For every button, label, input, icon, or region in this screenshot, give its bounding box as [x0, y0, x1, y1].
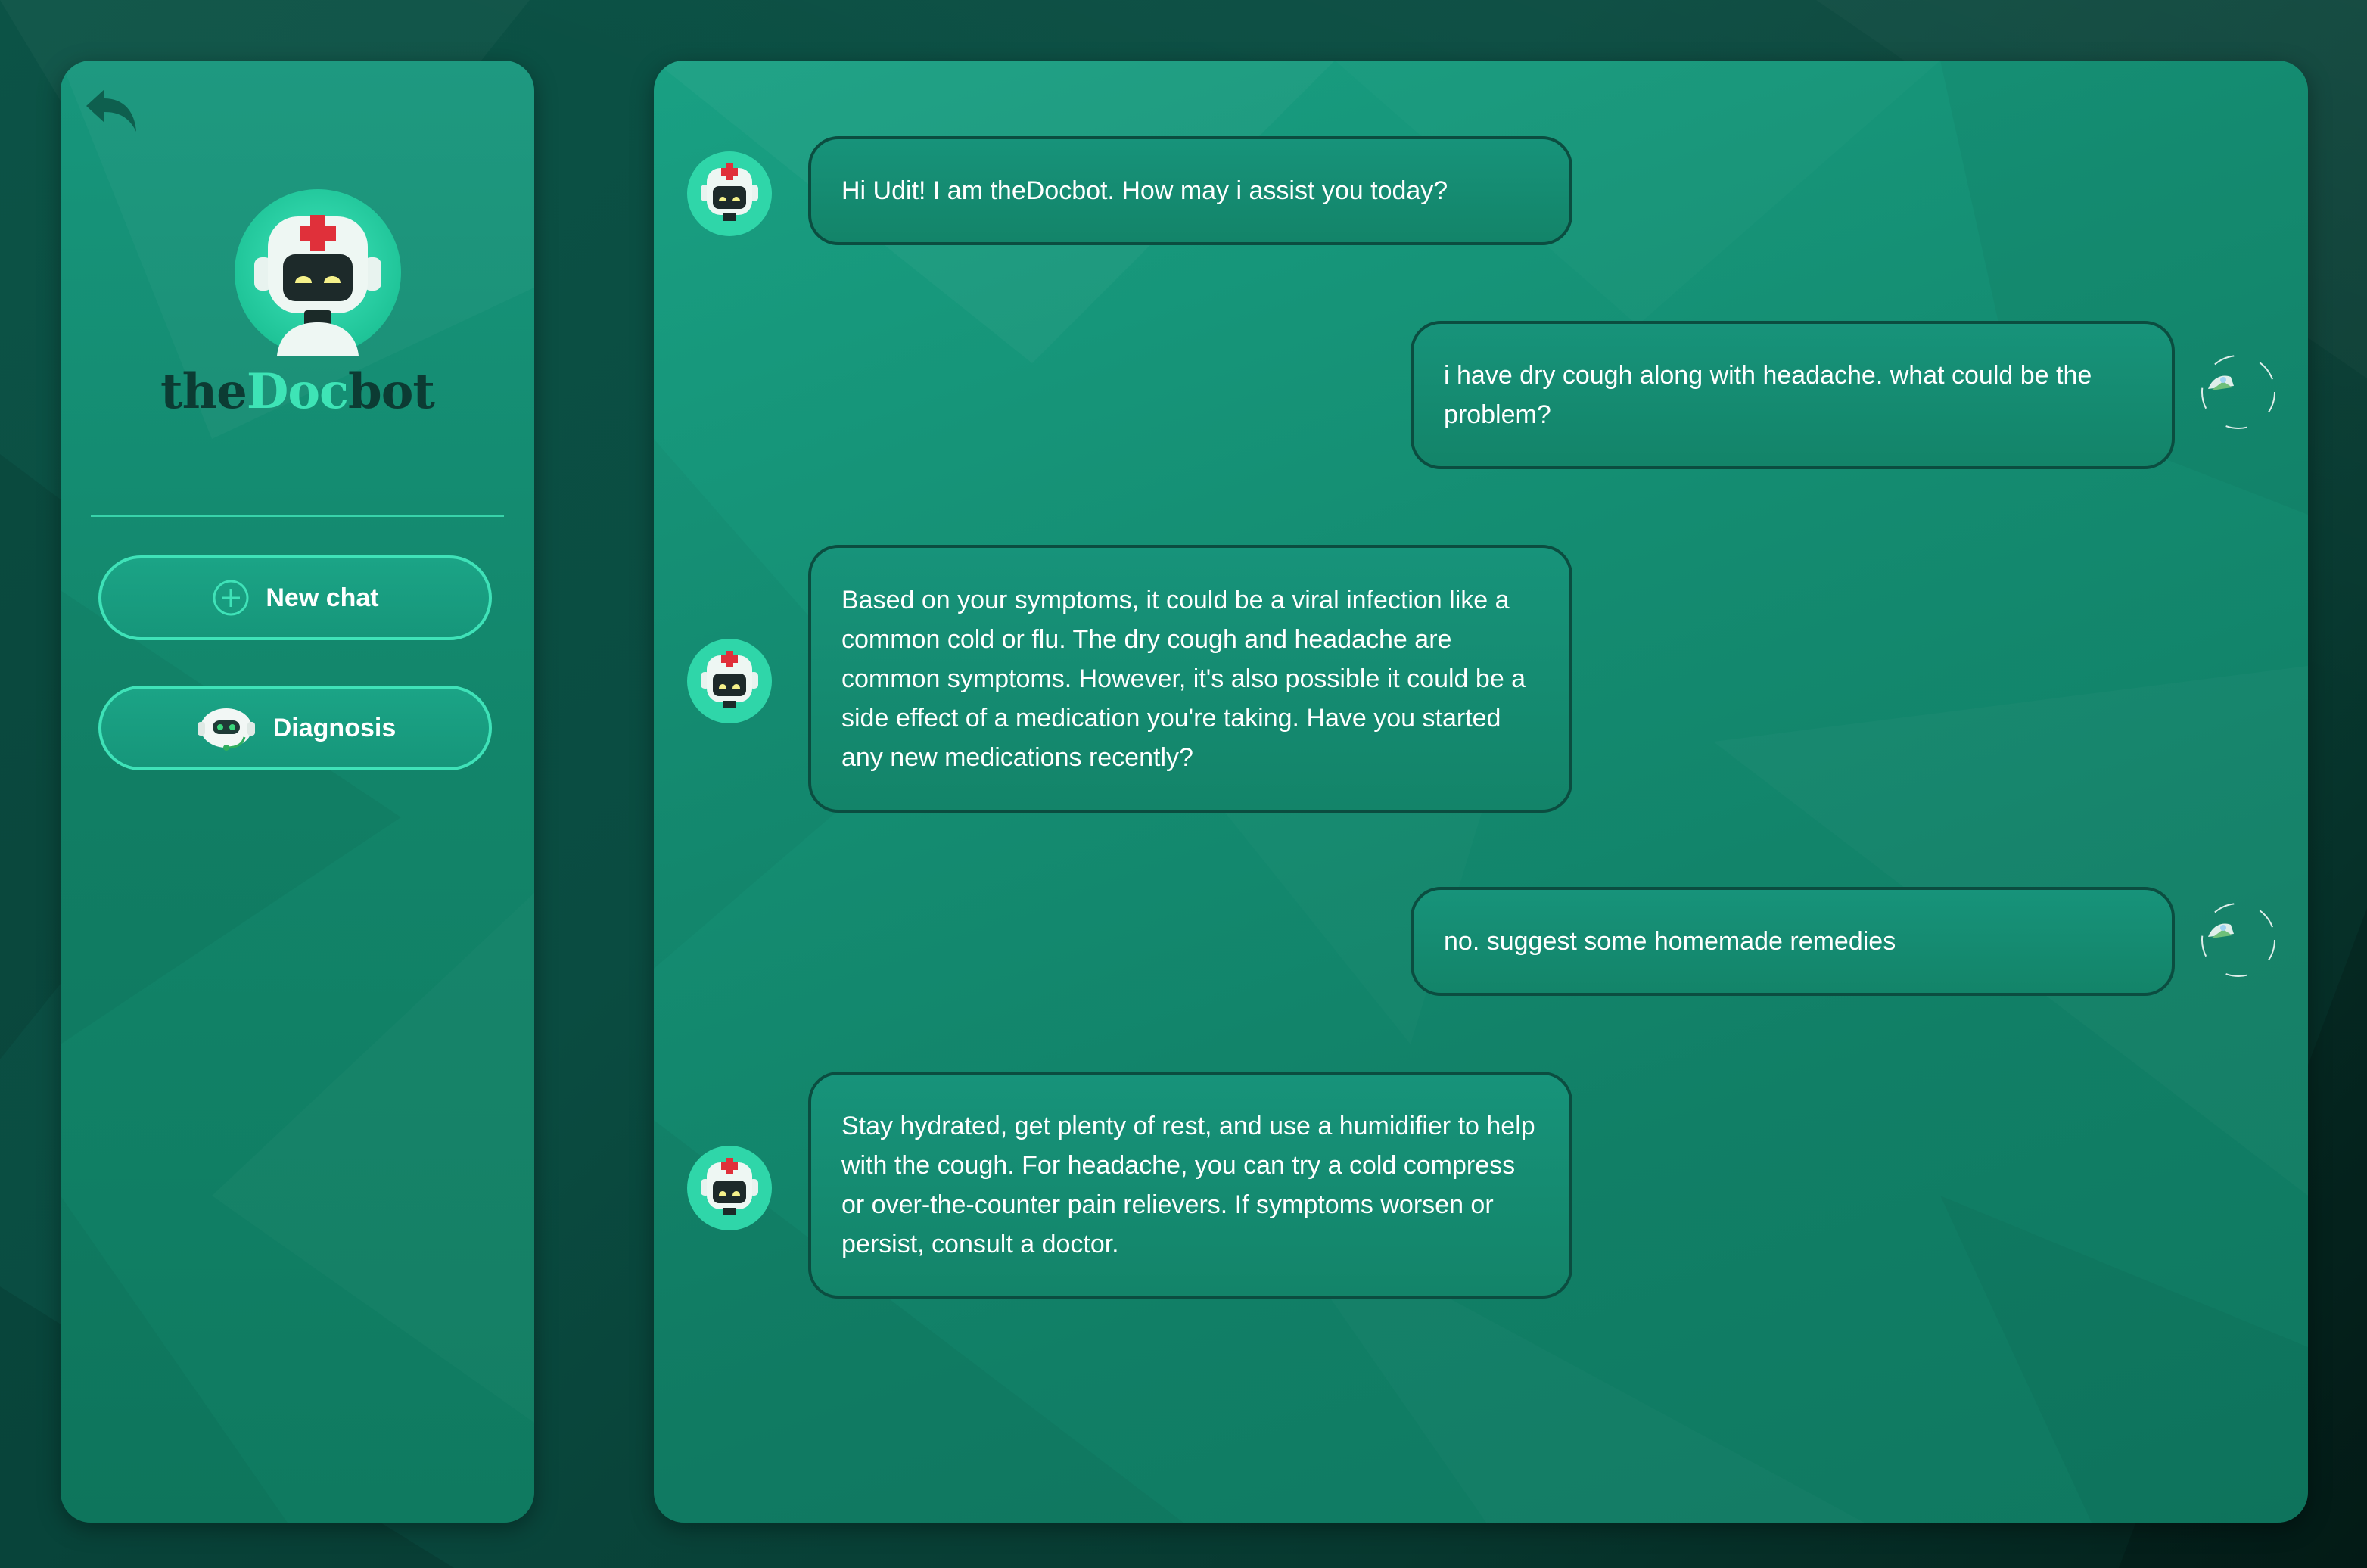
message-text: Based on your symptoms, it could be a vi… [841, 586, 1526, 772]
brand-part-bot: bot [347, 363, 435, 420]
bot-message: Hi Udit! I am theDocbot. How may i assis… [808, 136, 1572, 245]
user-avatar [2201, 354, 2276, 430]
message-text: Stay hydrated, get plenty of rest, and u… [841, 1112, 1535, 1258]
back-arrow-icon [86, 89, 136, 132]
docbot-logo-avatar [235, 189, 401, 356]
back-button[interactable] [76, 73, 148, 145]
message-text: Hi Udit! I am theDocbot. How may i assis… [841, 176, 1448, 205]
robot-doctor-icon [687, 639, 772, 723]
new-chat-label: New chat [266, 583, 379, 612]
bot-message: Based on your symptoms, it could be a vi… [808, 545, 1572, 813]
user-avatar [2201, 902, 2276, 978]
broken-image-icon [2201, 355, 2275, 429]
diagnosis-button[interactable]: Diagnosis [98, 686, 492, 770]
sidebar: theDocbot New chat Diagnosis [61, 61, 534, 1523]
bot-avatar [687, 639, 772, 723]
robot-doctor-icon [254, 215, 381, 356]
message-text: i have dry cough along with headache. wh… [1444, 361, 2092, 429]
user-message: i have dry cough along with headache. wh… [1411, 321, 2175, 469]
new-chat-button[interactable]: New chat [98, 555, 492, 640]
broken-image-icon [2201, 903, 2275, 977]
robot-doctor-icon [687, 1146, 772, 1230]
brand-part-the: the [160, 363, 247, 420]
bot-avatar [687, 1146, 772, 1230]
chat-panel: Hi Udit! I am theDocbot. How may i assis… [654, 61, 2308, 1523]
brand-part-doc: Doc [246, 363, 349, 420]
diagnosis-label: Diagnosis [272, 713, 397, 742]
bot-avatar [687, 151, 772, 236]
sidebar-divider [91, 515, 504, 517]
brand-name: theDocbot [61, 363, 534, 420]
message-text: no. suggest some homemade remedies [1444, 927, 1896, 956]
user-message: no. suggest some homemade remedies [1411, 887, 2175, 996]
bot-message: Stay hydrated, get plenty of rest, and u… [808, 1072, 1572, 1299]
robot-doctor-icon [687, 151, 772, 236]
plus-circle-icon [211, 578, 250, 618]
robot-headset-icon [194, 701, 258, 755]
